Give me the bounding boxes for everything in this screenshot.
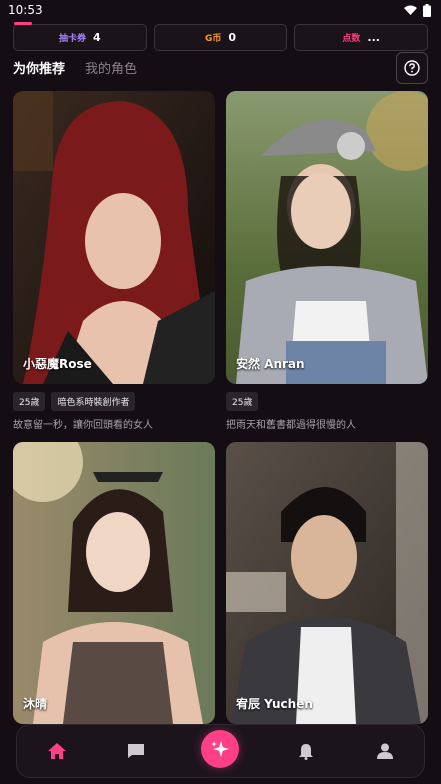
character-card-anran[interactable]: 安然 Anran	[226, 91, 428, 384]
points-value: ...	[367, 31, 380, 44]
nav-notifications[interactable]	[286, 731, 326, 771]
card-name: 宥辰 Yuchen	[236, 697, 313, 711]
status-icons	[404, 4, 431, 17]
tab-bar: 为你推荐 我的角色	[13, 58, 137, 77]
coin-label: G币	[204, 34, 222, 44]
question-icon	[404, 60, 420, 76]
wifi-icon	[404, 5, 417, 15]
character-card-rose[interactable]: 小惡魔Rose	[13, 91, 215, 384]
chat-icon	[127, 744, 144, 758]
status-bar: 10:53	[0, 0, 441, 22]
tag-age: 25歲	[226, 392, 259, 411]
tab-recommended[interactable]: 为你推荐	[13, 58, 65, 77]
nav-home[interactable]	[37, 731, 77, 771]
nav-profile[interactable]	[365, 731, 405, 771]
tab-active-indicator	[14, 22, 32, 25]
tag-job: 暗色系時裝創作者	[51, 392, 136, 411]
character-card-yuchen[interactable]: 宥辰 Yuchen	[226, 442, 428, 724]
card-tags: 25歲 暗色系時裝創作者	[13, 392, 136, 411]
stats-row: 抽卡券 4 G币 0 点数 ...	[13, 24, 429, 51]
nav-messages[interactable]	[116, 731, 156, 771]
person-icon	[376, 743, 393, 759]
create-button[interactable]	[201, 730, 239, 768]
card-name: 沐晴	[23, 697, 48, 711]
card-name: 安然 Anran	[236, 357, 305, 371]
card-desc: 把雨天和舊書都過得很慢的人	[226, 420, 356, 431]
character-portrait	[13, 442, 215, 724]
help-button[interactable]	[396, 52, 428, 84]
tag-age: 25歲	[13, 392, 46, 411]
battery-icon	[423, 4, 431, 17]
character-portrait	[226, 91, 428, 384]
character-portrait	[13, 91, 215, 384]
points-label: 点数	[342, 34, 361, 44]
home-icon	[47, 743, 66, 759]
coin-value: 0	[228, 31, 237, 44]
sparkle-icon	[211, 741, 229, 757]
character-portrait	[226, 442, 428, 724]
ticket-label: 抽卡券	[59, 34, 87, 44]
ticket-pill[interactable]: 抽卡券 4	[13, 24, 147, 51]
ticket-value: 4	[93, 31, 101, 44]
card-name: 小惡魔Rose	[23, 357, 92, 371]
character-card-muqing[interactable]: 沐晴	[13, 442, 215, 724]
status-time: 10:53	[8, 3, 43, 17]
tab-my-roles[interactable]: 我的角色	[85, 58, 137, 77]
points-pill[interactable]: 点数 ...	[294, 24, 429, 51]
bell-icon	[298, 743, 313, 760]
coin-pill[interactable]: G币 0	[153, 24, 288, 51]
card-tags: 25歲	[226, 392, 259, 411]
card-desc: 故意留一秒，讓你回頭看的女人	[13, 420, 153, 431]
